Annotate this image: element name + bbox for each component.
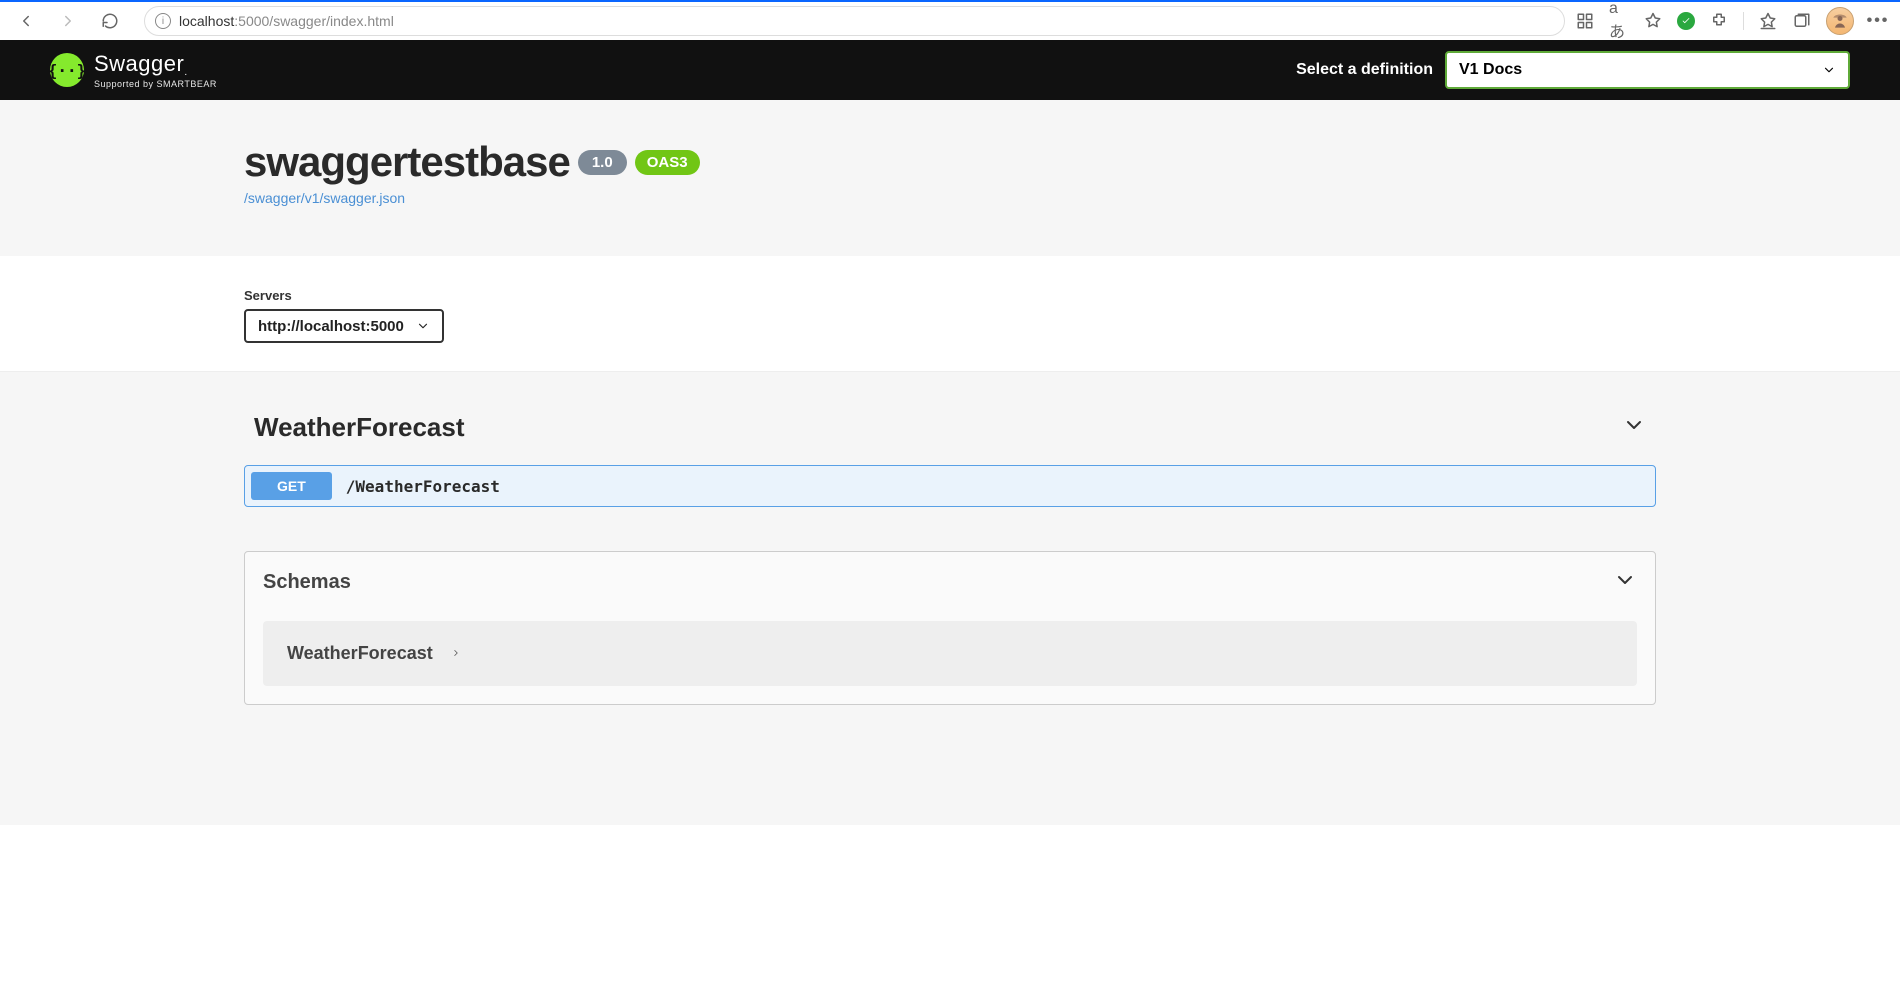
url-host: localhost xyxy=(179,13,234,29)
swagger-logo: {··} Swagger. Supported by SMARTBEAR xyxy=(50,51,217,88)
schemas-heading: Schemas xyxy=(263,571,351,594)
swagger-logo-icon: {··} xyxy=(50,53,84,87)
profile-avatar[interactable] xyxy=(1826,7,1854,35)
server-select[interactable]: http://localhost:5000 xyxy=(244,309,444,343)
schema-name: WeatherForecast xyxy=(287,643,433,664)
schemas-section: Schemas WeatherForecast xyxy=(244,551,1656,705)
divider xyxy=(1743,12,1744,30)
status-ok-icon[interactable] xyxy=(1677,12,1695,30)
translate-icon[interactable]: aあ xyxy=(1609,11,1629,31)
swagger-topbar: {··} Swagger. Supported by SMARTBEAR Sel… xyxy=(0,40,1900,100)
site-info-icon[interactable]: i xyxy=(155,13,171,29)
logo-label: Swagger xyxy=(94,51,184,76)
api-header: swaggertestbase 1.0 OAS3 /swagger/v1/swa… xyxy=(0,100,1900,256)
servers-label: Servers xyxy=(244,288,1656,303)
operation-path: /WeatherForecast xyxy=(346,477,500,496)
operations-area: WeatherForecast GET /WeatherForecast Sch… xyxy=(0,372,1900,825)
url-path: :5000/swagger/index.html xyxy=(234,13,394,29)
browser-toolbar: i localhost:5000/swagger/index.html aあ •… xyxy=(0,0,1900,40)
servers-section: Servers http://localhost:5000 xyxy=(0,256,1900,372)
oas-badge: OAS3 xyxy=(635,150,700,175)
favorites-icon[interactable] xyxy=(1758,11,1778,31)
address-bar[interactable]: i localhost:5000/swagger/index.html xyxy=(144,6,1565,36)
operation-row[interactable]: GET /WeatherForecast xyxy=(244,465,1656,507)
tag-header[interactable]: WeatherForecast xyxy=(244,406,1656,449)
definition-select[interactable]: V1 Docs xyxy=(1445,51,1850,89)
toolbar-right-group: aあ ••• xyxy=(1575,7,1890,35)
definition-label: Select a definition xyxy=(1296,61,1433,79)
chevron-right-icon xyxy=(451,645,461,663)
more-menu-icon[interactable]: ••• xyxy=(1868,11,1888,31)
spec-url-link[interactable]: /swagger/v1/swagger.json xyxy=(244,190,1656,206)
collections-icon[interactable] xyxy=(1792,11,1812,31)
back-button[interactable] xyxy=(10,5,42,37)
method-badge-get: GET xyxy=(251,472,332,500)
forward-button[interactable] xyxy=(52,5,84,37)
chevron-down-icon xyxy=(1622,413,1646,442)
logo-sublabel: Supported by SMARTBEAR xyxy=(94,79,217,89)
chevron-down-icon xyxy=(1613,568,1637,597)
chevron-down-icon xyxy=(416,319,430,333)
server-selected: http://localhost:5000 xyxy=(258,318,404,335)
bookmark-add-icon[interactable] xyxy=(1643,11,1663,31)
chevron-down-icon xyxy=(1822,63,1836,77)
extensions-icon[interactable] xyxy=(1709,11,1729,31)
reload-button[interactable] xyxy=(94,5,126,37)
definition-selected: V1 Docs xyxy=(1459,61,1522,79)
qr-icon[interactable] xyxy=(1575,11,1595,31)
version-badge: 1.0 xyxy=(578,150,627,175)
schema-item[interactable]: WeatherForecast xyxy=(263,621,1637,686)
tag-name: WeatherForecast xyxy=(254,412,465,443)
api-title: swaggertestbase xyxy=(244,138,570,186)
schemas-header[interactable]: Schemas xyxy=(245,552,1655,613)
